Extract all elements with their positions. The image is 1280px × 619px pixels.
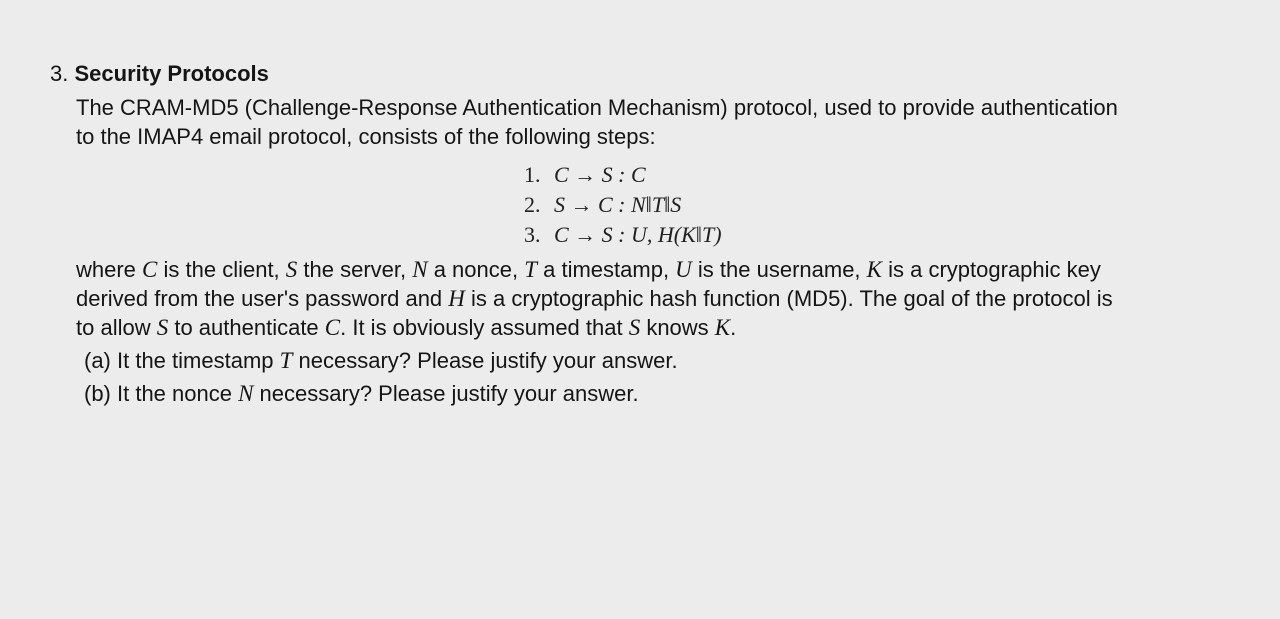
text-run: (b) It the nonce [84, 381, 239, 406]
step-text: S → C : N‖T‖S [554, 192, 682, 217]
math-symbol-s: S [285, 257, 298, 282]
math-symbol-s: S [156, 315, 169, 340]
math-symbol-u: U [675, 257, 692, 282]
math-symbol-s: S [628, 315, 641, 340]
sub-question-b: (b) It the nonce N necessary? Please jus… [84, 380, 639, 408]
text-run: . [730, 315, 737, 340]
text-run: is a cryptographic hash function (MD5). … [464, 286, 1113, 311]
text-run: a timestamp, [537, 257, 676, 282]
text-run: is the username, [691, 257, 867, 282]
text-run: where [76, 257, 143, 282]
step-number: 1. [524, 162, 541, 187]
protocol-steps: 1. C → S : C 2. S → C : N‖T‖S 3. C → S : U,… [524, 160, 722, 250]
math-symbol-c: C [142, 257, 158, 282]
intro-line-2: to the IMAP4 email protocol, consists of… [76, 124, 656, 149]
text-run: knows [640, 315, 715, 340]
where-line-3: to allow S to authenticate C. It is obvi… [76, 314, 736, 342]
where-line-1: where C is the client, S the server, N a… [76, 256, 1101, 284]
protocol-step-3: 3. C → S : U, H(K‖T) [524, 220, 722, 250]
document-page: 3. Security Protocols The CRAM-MD5 (Chal… [0, 0, 1280, 619]
text-run: the server, [297, 257, 413, 282]
text-run: necessary? Please justify your answer. [253, 381, 639, 406]
math-symbol-t: T [524, 257, 538, 282]
question-heading: 3. Security Protocols [50, 60, 269, 88]
math-symbol-n: N [238, 381, 254, 406]
step-number: 2. [524, 192, 541, 217]
math-symbol-h: H [448, 286, 465, 311]
text-run: derived from the user's password and [76, 286, 449, 311]
text-run: is the client, [157, 257, 286, 282]
math-symbol-n: N [412, 257, 428, 282]
protocol-step-2: 2. S → C : N‖T‖S [524, 190, 722, 220]
question-title: Security Protocols [74, 61, 269, 86]
math-symbol-t: T [279, 348, 293, 373]
text-run: is a cryptographic key [882, 257, 1101, 282]
intro-line-1: The CRAM-MD5 (Challenge-Response Authent… [76, 95, 1118, 120]
text-run: (a) It the timestamp [84, 348, 280, 373]
sub-question-a: (a) It the timestamp T necessary? Please… [84, 347, 678, 375]
text-run: . It is obviously assumed that [340, 315, 629, 340]
math-symbol-c: C [324, 315, 341, 340]
math-symbol-k: K [866, 257, 883, 282]
text-run: to authenticate [168, 315, 325, 340]
protocol-step-1: 1. C → S : C [524, 160, 722, 190]
text-run: to allow [76, 315, 157, 340]
step-text: C → S : C [554, 162, 646, 187]
question-number: 3. [50, 61, 69, 86]
text-run: a nonce, [427, 257, 525, 282]
math-symbol-k: K [714, 315, 731, 340]
text-run: necessary? Please justify your answer. [292, 348, 678, 373]
step-number: 3. [524, 222, 541, 247]
step-text: C → S : U, H(K‖T) [554, 222, 722, 247]
where-line-2: derived from the user's password and H i… [76, 285, 1113, 313]
